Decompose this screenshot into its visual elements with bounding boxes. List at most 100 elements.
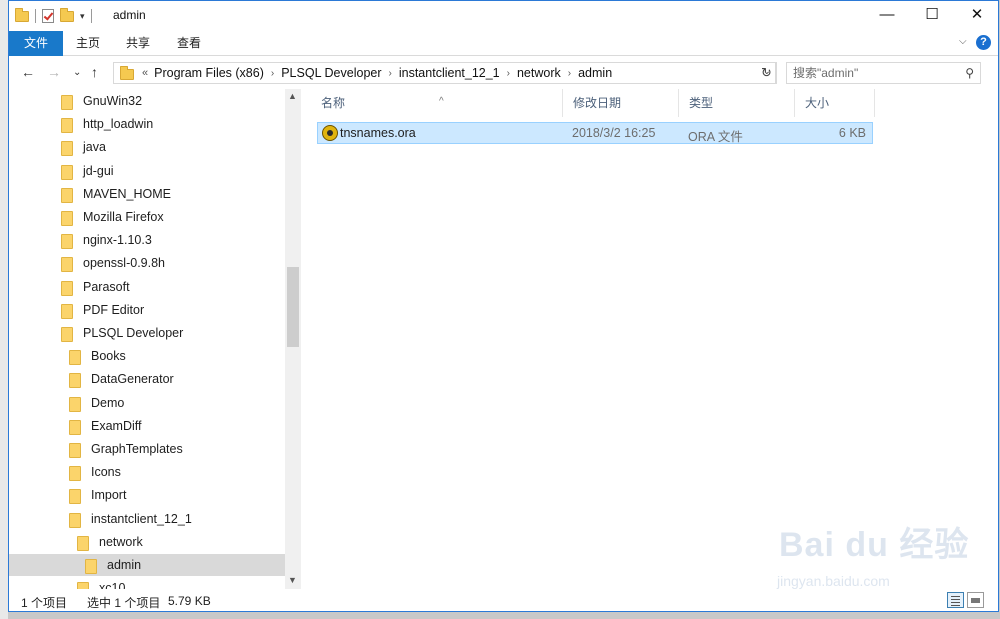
chevron-right-icon[interactable]: ›: [568, 68, 571, 79]
sidebar-item-parasoft[interactable]: Parasoft: [9, 276, 285, 298]
sidebar-item-demo[interactable]: Demo: [9, 392, 285, 414]
chevron-right-icon[interactable]: ›: [507, 68, 510, 79]
expand-ribbon-icon[interactable]: ⌵: [959, 36, 967, 47]
sidebar-item-gnuwin32[interactable]: GnuWin32: [9, 90, 285, 112]
file-type: ORA 文件: [688, 130, 743, 144]
file-row[interactable]: tnsnames.ora 2018/3/2 16:25 ORA 文件 6 KB: [317, 122, 873, 144]
sidebar-item-java[interactable]: java: [9, 136, 285, 158]
sidebar-item-books[interactable]: Books: [9, 345, 285, 367]
file-size: 6 KB: [838, 126, 866, 140]
folder-icon: [61, 234, 73, 250]
sidebar-item-plsql-developer[interactable]: PLSQL Developer: [9, 322, 285, 344]
sidebar-item-icons[interactable]: Icons: [9, 461, 285, 483]
tab-share[interactable]: 共享: [121, 31, 155, 56]
watermark-url: jingyan.baidu.com: [777, 573, 890, 589]
chevron-right-icon[interactable]: ›: [389, 68, 392, 79]
scrollbar-thumb[interactable]: [287, 267, 299, 347]
minimize-button[interactable]: —: [864, 1, 910, 31]
folder-icon: [61, 164, 73, 180]
forward-button[interactable]: →: [47, 64, 61, 80]
crumb-plsql-developer[interactable]: PLSQL Developer: [281, 66, 381, 80]
sidebar-item-maven-home[interactable]: MAVEN_HOME: [9, 183, 285, 205]
column-header-name[interactable]: 名称 ^: [311, 89, 563, 117]
refresh-button[interactable]: ↻: [757, 62, 777, 84]
new-folder-icon[interactable]: [60, 7, 74, 22]
maximize-button[interactable]: ☐: [909, 1, 955, 31]
window-title: admin: [113, 8, 146, 22]
breadcrumb: « Program Files (x86) › PLSQL Developer …: [142, 66, 612, 80]
folder-icon: [69, 419, 81, 435]
column-label: 名称: [321, 96, 346, 110]
selection-count: 选中 1 个项目: [87, 596, 161, 610]
sidebar-item-mozilla-firefox[interactable]: Mozilla Firefox: [9, 206, 285, 228]
sidebar-item-label: Parasoft: [83, 279, 130, 294]
crumb-instantclient[interactable]: instantclient_12_1: [399, 66, 500, 80]
sidebar-item-label: Demo: [91, 395, 125, 410]
tab-file[interactable]: 文件: [9, 31, 63, 56]
sidebar-item-pdf-editor[interactable]: PDF Editor: [9, 299, 285, 321]
selection-size: 5.79 KB: [168, 594, 211, 608]
sidebar-item-label: Import: [91, 488, 127, 503]
help-icon[interactable]: ?: [976, 35, 991, 50]
search-box[interactable]: ⚲: [786, 62, 981, 84]
column-header-size[interactable]: 大小: [795, 89, 875, 117]
ribbon-tabs: 文件 主页 共享 查看 ⌵ ?: [9, 31, 998, 56]
sidebar-item-label: http_loadwin: [83, 117, 154, 132]
folder-icon: [77, 582, 89, 589]
folder-icon: [61, 211, 73, 226]
crumb-program-files[interactable]: Program Files (x86): [154, 66, 264, 80]
nav-scrollbar[interactable]: ▲ ▼: [285, 89, 301, 589]
sidebar-item-label: Icons: [91, 465, 121, 480]
sidebar-item-label: xc10: [99, 581, 126, 589]
sidebar-item-label: nginx-1.10.3: [83, 233, 152, 248]
up-button[interactable]: ↑: [91, 64, 98, 80]
sidebar-item-datagenerator[interactable]: DataGenerator: [9, 368, 285, 390]
search-input[interactable]: [787, 63, 947, 83]
address-bar[interactable]: « Program Files (x86) › PLSQL Developer …: [113, 62, 776, 84]
tab-home[interactable]: 主页: [71, 31, 105, 56]
properties-icon[interactable]: [42, 9, 54, 23]
folder-icon: [61, 187, 73, 203]
tab-view[interactable]: 查看: [172, 31, 206, 56]
sidebar-item-label: PDF Editor: [83, 302, 145, 317]
scroll-down-icon[interactable]: ▼: [288, 575, 297, 585]
sidebar-item-jd-gui[interactable]: jd-gui: [9, 160, 285, 182]
sidebar-item-nginx-1-10-3[interactable]: nginx-1.10.3: [9, 229, 285, 251]
sidebar-item-http-loadwin[interactable]: http_loadwin: [9, 113, 285, 135]
sidebar-item-examdiff[interactable]: ExamDiff: [9, 415, 285, 437]
sidebar-item-label: instantclient_12_1: [91, 511, 192, 526]
folder-icon: [61, 257, 73, 273]
folder-icon: [61, 141, 73, 157]
sidebar-item-graphtemplates[interactable]: GraphTemplates: [9, 438, 285, 460]
back-button[interactable]: ←: [21, 64, 35, 80]
divider: [90, 9, 92, 23]
overflow-crumbs-icon[interactable]: «: [142, 67, 148, 79]
folder-icon: [69, 396, 81, 412]
file-name: tnsnames.ora: [340, 126, 416, 140]
scroll-up-icon[interactable]: ▲: [288, 91, 297, 101]
folder-icon: [69, 350, 81, 366]
sidebar-item-instantclient-12-1[interactable]: instantclient_12_1: [9, 508, 285, 530]
file-modified: 2018/3/2 16:25: [572, 126, 656, 140]
sidebar-item-xc10[interactable]: xc10: [9, 577, 285, 589]
sidebar-item-admin[interactable]: admin: [9, 554, 285, 576]
crumb-admin[interactable]: admin: [578, 66, 612, 80]
crumb-network[interactable]: network: [517, 66, 561, 80]
item-count: 1 个项目: [21, 596, 68, 610]
column-header-modified[interactable]: 修改日期: [563, 89, 679, 117]
sidebar-item-label: DataGenerator: [91, 372, 174, 387]
close-button[interactable]: ✕: [954, 1, 998, 31]
search-icon[interactable]: ⚲: [965, 66, 974, 80]
sidebar-item-label: Books: [91, 349, 126, 364]
folder-icon: [61, 118, 73, 134]
watermark-brand: Bai du 经验: [779, 526, 970, 564]
recent-locations-icon[interactable]: ⌄: [73, 67, 81, 78]
sidebar-item-network[interactable]: network: [9, 531, 285, 553]
column-header-type[interactable]: 类型: [679, 89, 795, 117]
customize-toolbar-icon[interactable]: ▾: [80, 11, 85, 22]
folder-icon: [69, 489, 81, 505]
sidebar-item-import[interactable]: Import: [9, 484, 285, 506]
folder-icon: [69, 466, 81, 482]
chevron-right-icon[interactable]: ›: [271, 68, 274, 79]
sidebar-item-openssl-0-9-8h[interactable]: openssl-0.9.8h: [9, 252, 285, 274]
